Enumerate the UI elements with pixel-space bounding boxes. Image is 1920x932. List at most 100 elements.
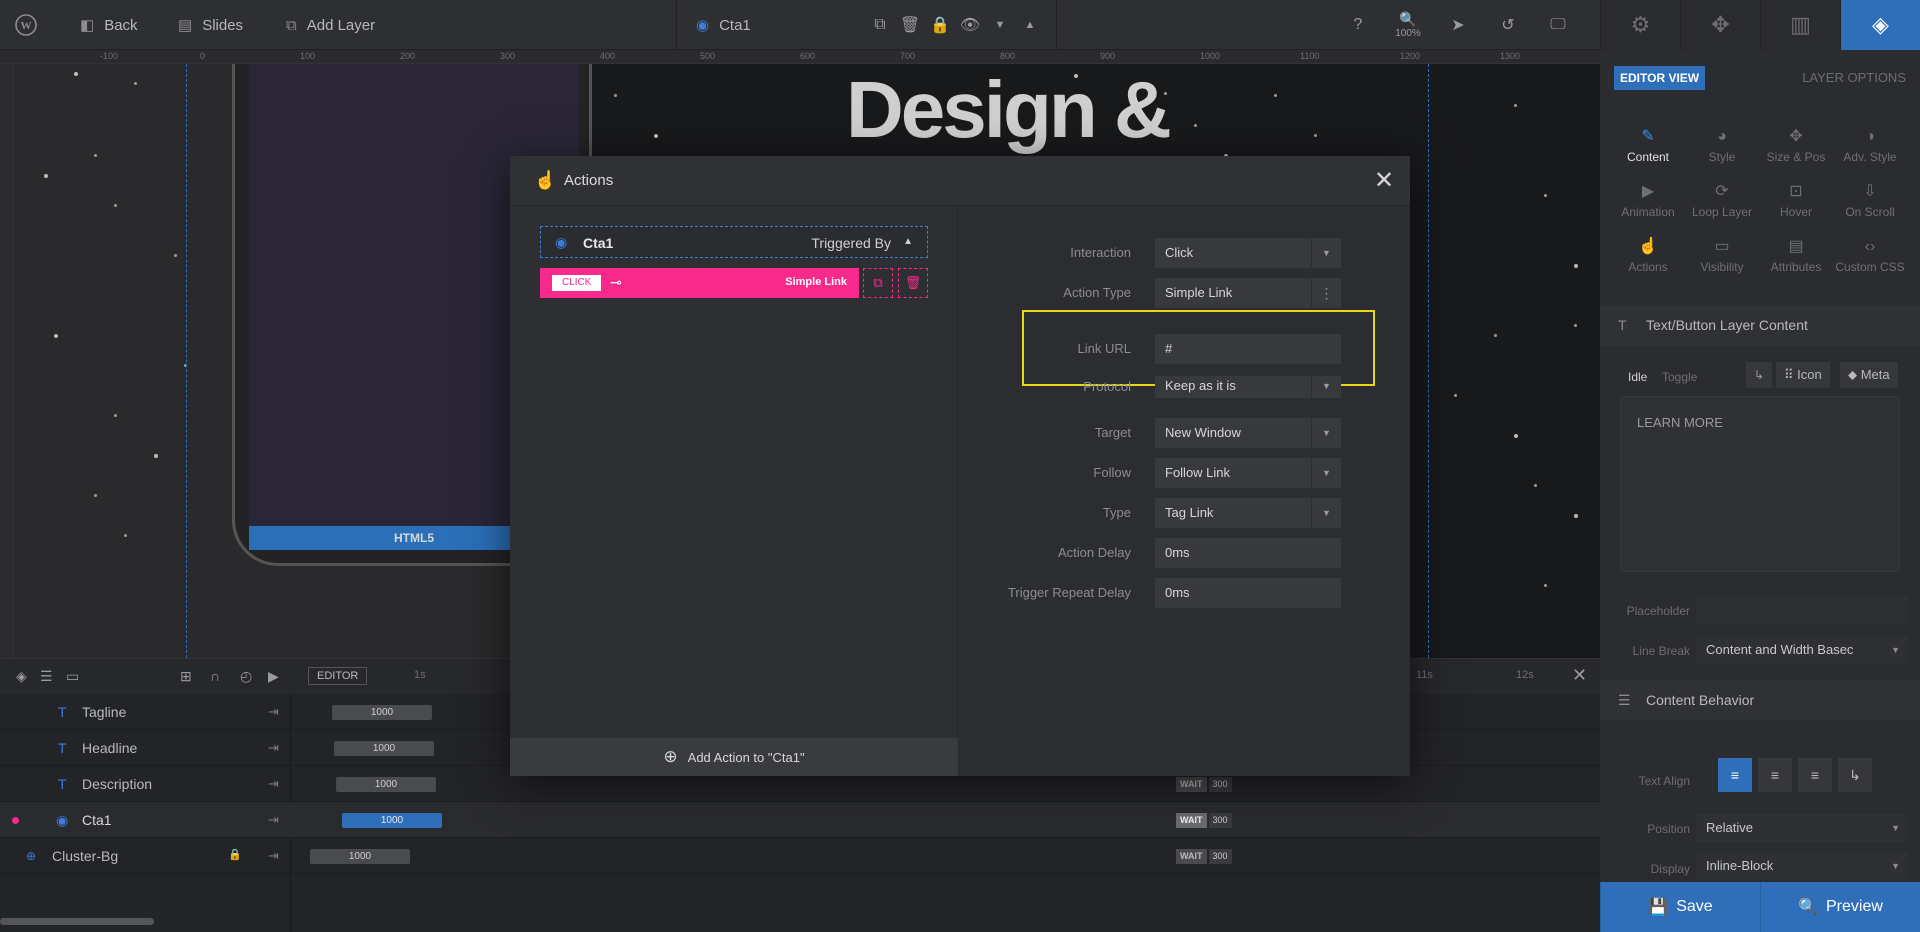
content-textarea[interactable]: LEARN MORE: [1620, 396, 1900, 572]
delete-action-button[interactable]: 🗑: [898, 268, 928, 298]
action-item[interactable]: CLICK ⊸ Simple Link: [540, 268, 859, 298]
eye-icon[interactable]: 👁: [956, 0, 984, 50]
idle-tab[interactable]: Idle: [1628, 370, 1647, 384]
jump-icon[interactable]: ⇥: [268, 766, 279, 802]
duration-bar[interactable]: 1000: [310, 849, 410, 864]
back-button[interactable]: ◧ Back: [80, 0, 138, 50]
pointer-icon[interactable]: ➤: [1444, 0, 1472, 50]
magnet-icon[interactable]: ∩: [210, 668, 220, 684]
jump-icon[interactable]: ⇥: [268, 730, 279, 766]
action-type-select[interactable]: Simple Link ⋮: [1155, 278, 1341, 308]
help-icon[interactable]: ?: [1344, 0, 1372, 50]
timeline-row[interactable]: ⊕ Cluster-Bg 🔒 ⇥ 1000 WAIT 300: [0, 838, 1600, 874]
tool-content[interactable]: ✎ Content: [1608, 126, 1688, 176]
icon-button[interactable]: ⠿ Icon: [1776, 362, 1830, 388]
more-icon[interactable]: ⋮: [1311, 278, 1341, 308]
duration-bar[interactable]: 1000: [342, 813, 442, 828]
headline-layer[interactable]: Design &: [846, 64, 1172, 156]
link-url-input[interactable]: #: [1155, 334, 1341, 364]
toggle-tab[interactable]: Toggle: [1662, 370, 1697, 384]
horizontal-scrollbar[interactable]: [0, 918, 154, 925]
trigger-repeat-delay-input[interactable]: 0ms: [1155, 578, 1341, 608]
chevron-up-icon[interactable]: ▲: [1016, 0, 1044, 50]
wait-marker[interactable]: WAIT 300: [1176, 849, 1232, 864]
action-delay-input[interactable]: 0ms: [1155, 538, 1341, 568]
line-break-icon[interactable]: ↳: [1838, 758, 1872, 792]
wordpress-icon[interactable]: W: [12, 0, 40, 50]
zoom-button[interactable]: 🔍 100%: [1392, 0, 1424, 50]
chevron-down-icon[interactable]: ▼: [986, 0, 1014, 50]
wait-marker[interactable]: WAIT 300: [1176, 777, 1232, 792]
meta-button[interactable]: ⬥ Meta: [1840, 362, 1898, 388]
tool-adv-style[interactable]: ◑ Adv. Style: [1830, 126, 1910, 176]
add-layer-button[interactable]: ⧉ Add Layer: [286, 0, 375, 50]
layer-trigger-row[interactable]: ◉ Cta1 Triggered By ▲: [540, 226, 928, 258]
align-right-icon[interactable]: ≡: [1798, 758, 1832, 792]
wait-marker[interactable]: WAIT 300: [1176, 813, 1232, 828]
tool-attributes[interactable]: ▤ Attributes: [1756, 236, 1836, 286]
follow-select[interactable]: Follow Link ▼: [1155, 458, 1341, 488]
tool-on-scroll[interactable]: ⇩ On Scroll: [1830, 181, 1910, 231]
jump-icon[interactable]: ⇥: [268, 694, 279, 730]
position-select[interactable]: Relative ▼: [1696, 814, 1908, 842]
type-select[interactable]: Tag Link ▼: [1155, 498, 1341, 528]
tool-size-pos[interactable]: ✥ Size & Pos: [1756, 126, 1836, 176]
tool-actions[interactable]: ☝ Actions: [1608, 236, 1688, 286]
duplicate-icon[interactable]: ⧉: [866, 0, 894, 50]
interaction-select[interactable]: Click ▼: [1155, 238, 1341, 268]
tool-hover[interactable]: ⊡ Hover: [1756, 181, 1836, 231]
selected-layer[interactable]: ◉ Cta1: [696, 0, 751, 50]
line-break-select[interactable]: Content and Width Basec ▼: [1696, 636, 1908, 664]
desktop-icon[interactable]: 🖵: [1544, 0, 1572, 50]
lock-icon[interactable]: 🔒: [228, 848, 242, 861]
align-center-icon[interactable]: ≡: [1758, 758, 1792, 792]
folder-icon[interactable]: ▭: [66, 668, 79, 685]
preview-button[interactable]: 🔍 Preview: [1760, 882, 1920, 932]
close-icon[interactable]: ✕: [1572, 665, 1587, 686]
section-content-behavior[interactable]: ☰ Content Behavior: [1600, 680, 1920, 720]
placeholder-input[interactable]: [1696, 596, 1908, 624]
dropdown-icon[interactable]: ▼: [1311, 498, 1341, 528]
grid-icon[interactable]: ⊞: [180, 668, 192, 685]
duration-bar[interactable]: 1000: [336, 777, 436, 792]
layers-icon[interactable]: ◈: [1840, 0, 1920, 50]
duration-bar[interactable]: 1000: [334, 741, 434, 756]
line-break-icon[interactable]: ↳: [1746, 362, 1772, 388]
gamepad-icon[interactable]: ✥: [1680, 0, 1760, 50]
close-icon[interactable]: ✕: [1374, 166, 1394, 195]
tool-loop-layer[interactable]: ⟳ Loop Layer: [1682, 181, 1762, 231]
gear-icon[interactable]: ⚙: [1600, 0, 1680, 50]
timer-icon[interactable]: ◴: [240, 668, 252, 685]
dropdown-icon[interactable]: ▼: [1311, 238, 1341, 268]
add-action-button[interactable]: ⊕ Add Action to "Cta1": [510, 738, 958, 776]
duration-bar[interactable]: 1000: [332, 705, 432, 720]
section-text-layer-content[interactable]: T Text/Button Layer Content: [1600, 305, 1920, 345]
tool-custom-css[interactable]: ‹› Custom CSS: [1830, 236, 1910, 286]
save-button[interactable]: 💾 Save: [1600, 882, 1760, 932]
editor-tab[interactable]: EDITOR: [308, 667, 368, 685]
lock-icon[interactable]: 🔒: [926, 0, 954, 50]
jump-icon[interactable]: ⇥: [268, 802, 279, 838]
jump-icon[interactable]: ⇥: [268, 838, 279, 874]
timeline-row-selected[interactable]: ◉ Cta1 ⇥ 1000 WAIT 300: [0, 802, 1600, 838]
dropdown-icon[interactable]: ▼: [1311, 458, 1341, 488]
protocol-select[interactable]: Keep as it is ▼: [1155, 376, 1341, 398]
display-select[interactable]: Inline-Block ▼: [1696, 852, 1908, 880]
library-icon[interactable]: ▥: [1760, 0, 1840, 50]
target-select[interactable]: New Window ▼: [1155, 418, 1341, 448]
undo-icon[interactable]: ↺: [1494, 0, 1522, 50]
duplicate-action-button[interactable]: ⧉: [863, 268, 893, 298]
play-icon[interactable]: ▶: [268, 668, 279, 685]
trash-icon[interactable]: 🗑: [896, 0, 924, 50]
dropdown-icon[interactable]: ▼: [1311, 418, 1341, 448]
tool-visibility[interactable]: ▭ Visibility: [1682, 236, 1762, 286]
align-left-icon[interactable]: ≡: [1718, 758, 1752, 792]
editor-view-badge[interactable]: EDITOR VIEW: [1614, 66, 1706, 90]
chevron-up-icon[interactable]: ▲: [903, 236, 913, 247]
slides-button[interactable]: ▤ Slides: [178, 0, 243, 50]
layers-icon[interactable]: ◈: [16, 668, 27, 685]
list-icon[interactable]: ☰: [40, 668, 53, 685]
tool-style[interactable]: ◕ Style: [1682, 126, 1762, 176]
dropdown-icon[interactable]: ▼: [1311, 376, 1341, 398]
tool-animation[interactable]: ▶ Animation: [1608, 181, 1688, 231]
